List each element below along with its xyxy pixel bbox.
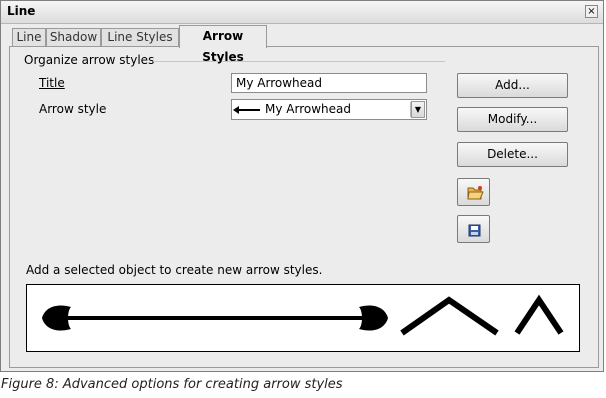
organize-group-label: Organize arrow styles bbox=[24, 53, 155, 67]
modify-button[interactable]: Modify... bbox=[457, 107, 568, 132]
load-arrow-styles-button[interactable] bbox=[457, 178, 490, 206]
hint-text: Add a selected object to create new arro… bbox=[26, 263, 323, 277]
title-bar: Line × bbox=[1, 1, 603, 24]
line-dialog: Line × Line Shadow Line Styles Arrow Sty… bbox=[0, 0, 604, 372]
arrow-preview-line bbox=[236, 109, 260, 111]
add-button[interactable]: Add... bbox=[457, 73, 568, 98]
tab-line-styles[interactable]: Line Styles bbox=[101, 28, 179, 46]
arrow-style-preview bbox=[26, 284, 580, 352]
title-input[interactable]: My Arrowhead bbox=[231, 73, 427, 93]
title-label: Title bbox=[39, 76, 65, 90]
close-icon[interactable]: × bbox=[585, 5, 598, 18]
arrow-style-select[interactable]: My Arrowhead ▼ bbox=[231, 99, 427, 120]
figure-caption: Figure 8: Advanced options for creating … bbox=[1, 377, 343, 392]
open-folder-icon bbox=[467, 186, 484, 200]
dialog-title: Line bbox=[7, 4, 36, 18]
arrow-style-value: My Arrowhead bbox=[265, 102, 351, 116]
delete-button[interactable]: Delete... bbox=[457, 142, 568, 167]
chevron-down-icon[interactable]: ▼ bbox=[411, 101, 425, 118]
save-arrow-styles-button[interactable] bbox=[457, 215, 490, 243]
arrow-style-label: Arrow style bbox=[39, 102, 107, 116]
tab-line[interactable]: Line bbox=[12, 28, 46, 46]
arrow-preview-image bbox=[42, 294, 564, 336]
tab-arrow-styles[interactable]: Arrow Styles bbox=[179, 25, 267, 64]
group-divider bbox=[153, 61, 445, 62]
floppy-disk-icon bbox=[468, 224, 481, 237]
tab-shadow[interactable]: Shadow bbox=[46, 28, 101, 46]
